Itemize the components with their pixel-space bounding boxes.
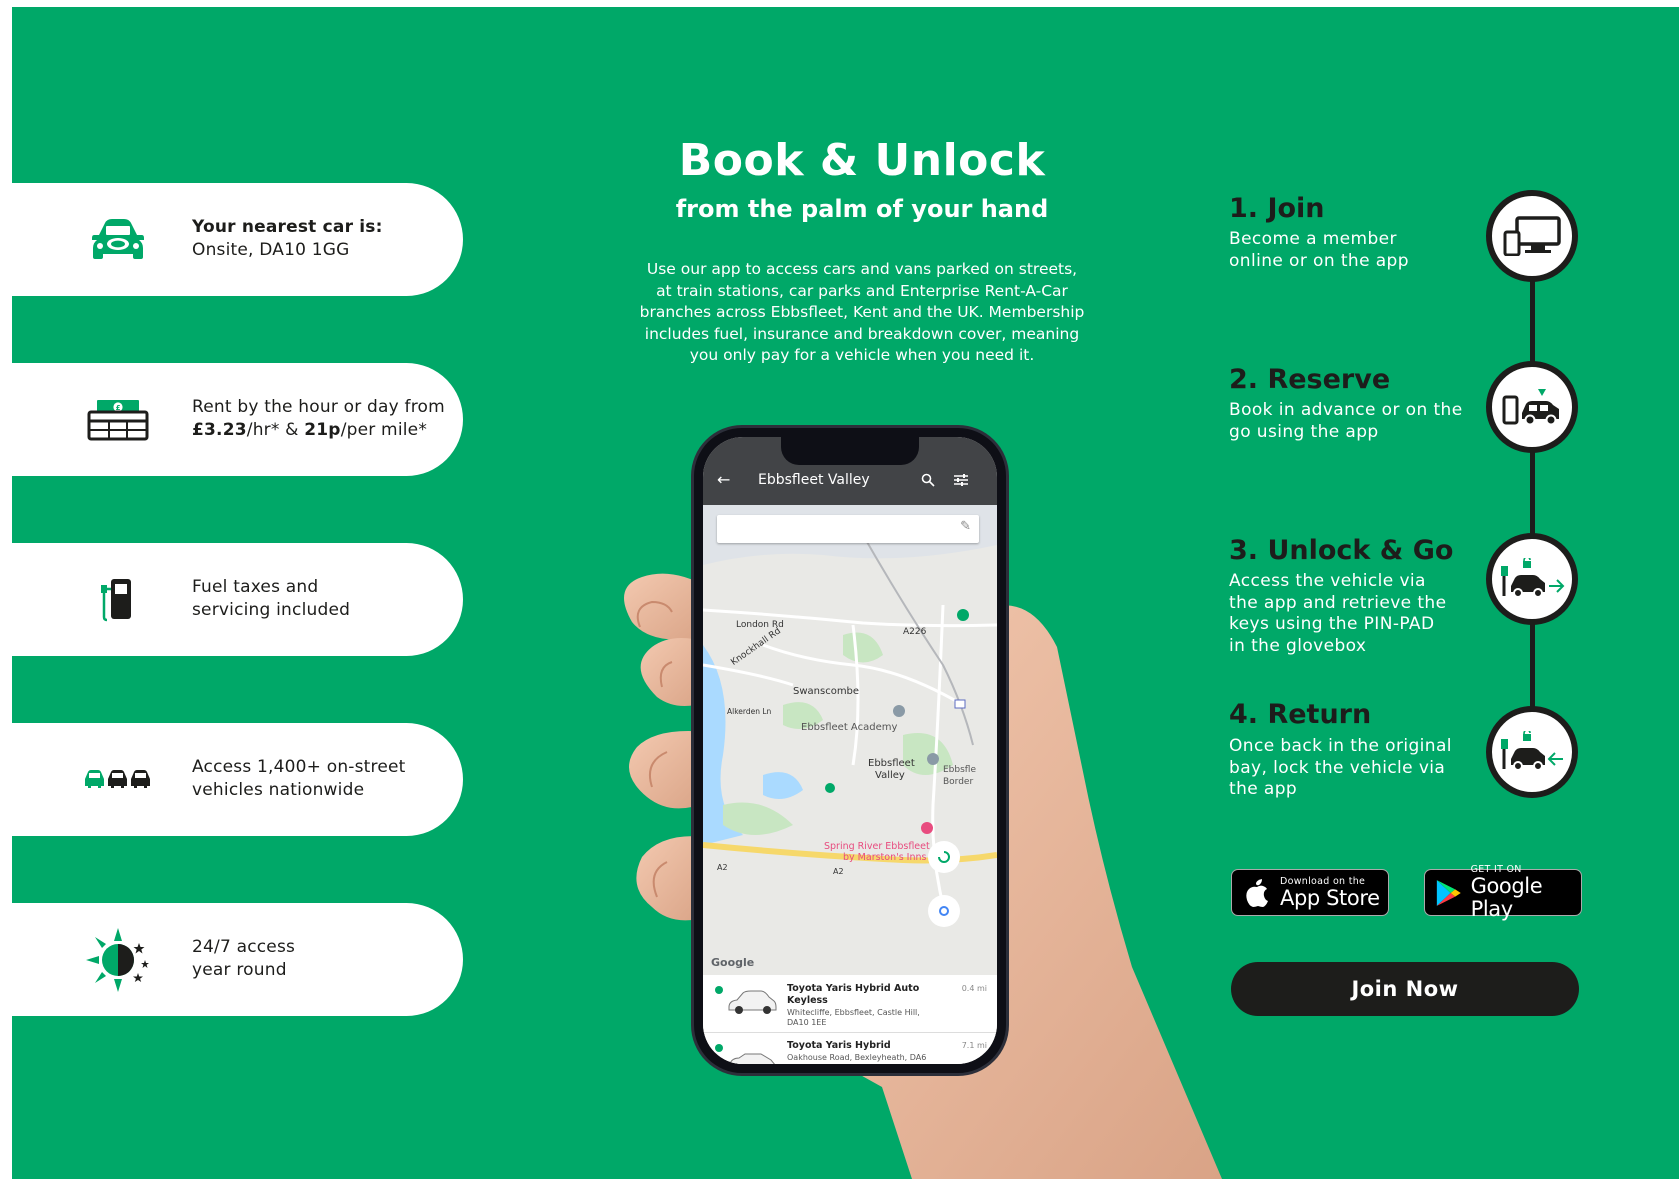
step-reserve-circle [1486,361,1578,453]
app-store-large-text: App Store [1280,885,1380,910]
step-connector [1530,281,1535,371]
app-store-small-text: Download on the [1280,875,1366,887]
map-label: Swanscombe [793,686,860,697]
hero-body: Use our app to access cars and vans park… [639,260,1085,364]
promo-panel: Your nearest car is: Onsite, DA10 1GG £ R… [12,7,1679,1179]
filter-icon[interactable] [954,473,968,487]
map-label: A2 [717,863,728,872]
car-name: Keyless [787,995,828,1006]
pencil-icon[interactable]: ✎ [960,519,971,534]
map-label: Ebbsfleet [868,758,915,769]
return-icon [1501,731,1563,771]
feature-access: Access 1,400+ on-street vehicles nationwi… [12,723,463,836]
car-name: Toyota Yaris Hybrid Auto [787,983,920,994]
car-list: Toyota Yaris Hybrid Auto Keyless Whitecl… [703,975,997,1064]
map-label: Ebbsfleet Academy [801,722,898,733]
cash-icon: £ [80,391,156,449]
map-view[interactable] [703,505,997,975]
feature-24-7: 24/7 access year round [12,903,463,1016]
step-title: 2. Reserve [1229,364,1391,395]
step-return-circle [1486,706,1578,798]
step-connector [1530,451,1535,541]
car-list-item[interactable]: Toyota Yaris Hybrid Auto Keyless Whitecl… [703,975,997,1033]
step-description: Become a member online or on the app [1229,229,1409,271]
map-label: A2 [833,867,844,876]
feature-fuel: Fuel taxes and servicing included [12,543,463,656]
phone-notch [781,437,919,465]
map-label: A226 [903,627,927,637]
feature-nearest-car: Your nearest car is: Onsite, DA10 1GG [12,183,463,296]
step-description: Once back in the original bay, lock the v… [1229,736,1452,799]
devices-icon [1503,216,1561,256]
car-address: Whitecliffe, Ebbsfleet, Castle Hill, [787,1008,920,1017]
feature-pricing: £ Rent by the hour or day from £3.23/hr*… [12,363,463,476]
map-search-input[interactable]: ✎ [717,515,979,543]
step-unlock-circle [1486,533,1578,625]
feature-text: Your nearest car is: Onsite, DA10 1GG [192,217,383,260]
car-name: Toyota Yaris Hybrid [787,1040,891,1051]
step-connector [1530,622,1535,712]
car-thumbnail-icon [729,1053,775,1064]
availability-dot [715,986,723,994]
map-label: Alkerden Ln [727,707,772,716]
search-icon[interactable] [921,473,935,487]
app-title: Ebbsfleet Valley [758,472,870,488]
back-arrow-icon[interactable]: ← [717,470,730,489]
google-play-icon [1436,879,1461,906]
google-play-button[interactable]: GET IT ON Google Play [1424,864,1582,921]
app-screen: ← Ebbsfleet Valley ✎ London Rd Knockhall… [703,437,997,1064]
map-label: Spring River Ebbsfleet [824,841,930,852]
car-list-item[interactable]: Toyota Yaris Hybrid Oakhouse Road, Bexle… [703,1034,997,1064]
hero-title: Book & Unlock [678,135,1046,186]
car-address: DA10 1EE [787,1018,827,1027]
app-store-button[interactable]: Download on the App Store [1231,869,1389,916]
google-logo: Google [711,956,755,969]
car-distance: 0.4 mi [961,984,987,993]
cars-icon [80,751,156,809]
feature-text: 24/7 access year round [192,937,296,980]
car-address: Oakhouse Road, Bexleyheath, DA6 [787,1053,927,1062]
map-label: Valley [875,770,905,781]
map-label: Ebbsfle [943,765,977,775]
phone-car-icon [1502,389,1559,426]
fuel-pump-icon [80,571,156,629]
step-title: 1. Join [1229,193,1325,224]
map-label: by Marston's Inns [843,852,927,863]
feature-text: Access 1,400+ on-street vehicles nationwi… [192,757,406,800]
apple-icon [1246,878,1268,907]
car-front-icon [80,211,156,269]
map-label: Border [943,777,974,787]
hero-subtitle: from the palm of your hand [675,195,1049,223]
feature-text: Rent by the hour or day from £3.23/hr* &… [192,397,445,440]
unlock-go-icon [1501,558,1565,598]
step-description: Access the vehicle via the app and retrie… [1229,571,1447,656]
step-title: 3. Unlock & Go [1229,535,1454,566]
availability-dot [715,1044,723,1052]
phone-mockup: ← Ebbsfleet Valley ✎ London Rd Knockhall… [694,428,1006,1073]
car-distance: 7.1 mi [961,1041,987,1050]
step-join-circle [1486,190,1578,282]
google-play-large-text: Google Play [1470,874,1543,921]
feature-text: Fuel taxes and servicing included [192,577,351,620]
day-night-icon [80,928,156,992]
step-description: Book in advance or on the go using the ap… [1229,400,1463,442]
car-thumbnail-icon [728,990,777,1014]
step-title: 4. Return [1229,699,1372,730]
join-now-button[interactable]: Join Now [1231,962,1579,1016]
